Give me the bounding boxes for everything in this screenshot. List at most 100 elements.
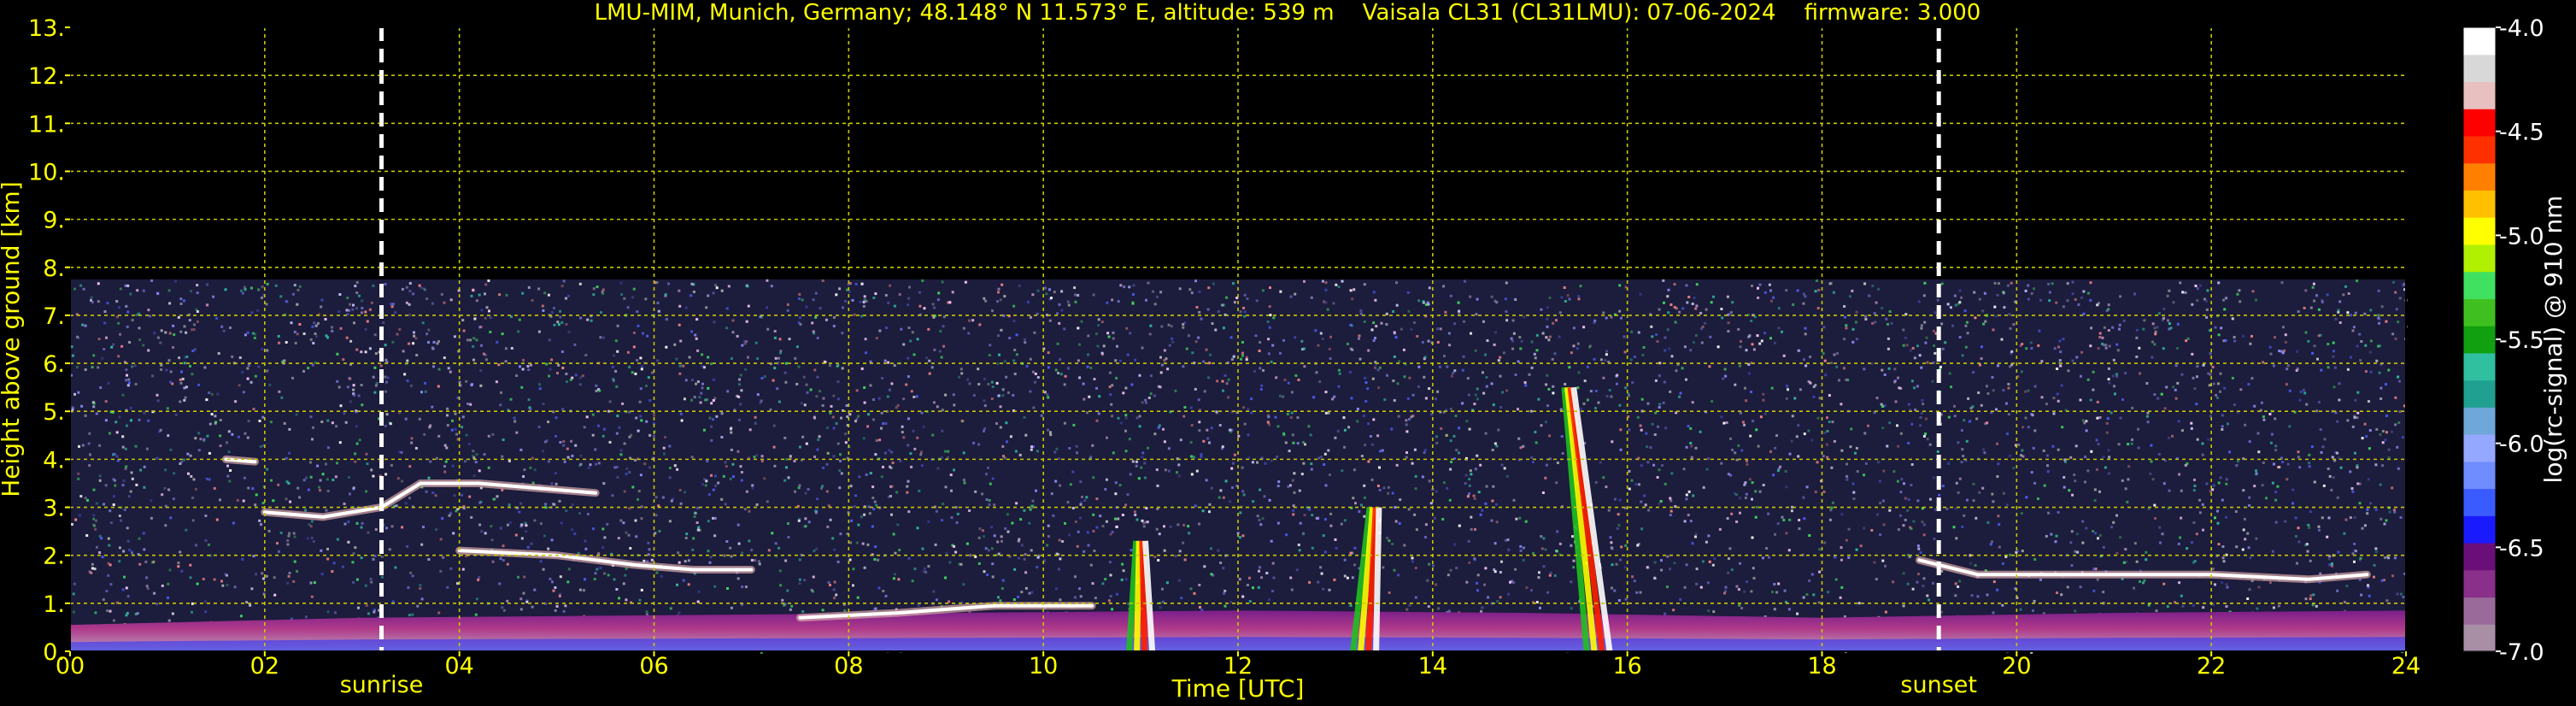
noise-speck: [1155, 295, 1159, 298]
noise-speck: [2150, 460, 2153, 463]
noise-speck: [558, 499, 561, 503]
noise-speck: [2059, 364, 2063, 368]
noise-speck: [2398, 379, 2401, 383]
noise-speck: [760, 315, 764, 319]
noise-speck: [1343, 519, 1347, 522]
noise-speck: [648, 433, 652, 437]
noise-speck: [1095, 386, 1098, 390]
noise-speck: [910, 390, 913, 393]
noise-speck: [1847, 527, 1851, 531]
noise-speck: [777, 356, 780, 360]
noise-speck: [305, 476, 308, 479]
noise-speck: [706, 460, 709, 463]
noise-speck: [164, 468, 167, 472]
noise-speck: [2121, 398, 2124, 401]
noise-speck: [1843, 367, 1845, 370]
noise-speck: [905, 383, 908, 386]
noise-speck: [813, 368, 817, 372]
noise-speck: [1610, 395, 1613, 398]
noise-speck: [177, 562, 180, 564]
noise-speck: [2101, 342, 2104, 345]
noise-speck: [1746, 462, 1749, 466]
noise-speck: [1814, 290, 1817, 293]
noise-speck: [983, 429, 985, 432]
noise-speck: [1511, 339, 1514, 343]
noise-speck: [1347, 426, 1351, 429]
noise-speck: [404, 502, 408, 505]
noise-speck: [725, 465, 728, 468]
noise-speck: [864, 338, 867, 341]
noise-speck: [1156, 484, 1159, 487]
noise-speck: [1751, 481, 1754, 485]
noise-speck: [2201, 453, 2204, 456]
noise-speck: [1958, 336, 1962, 338]
noise-speck: [131, 552, 134, 556]
noise-speck: [2277, 604, 2280, 608]
noise-speck: [936, 405, 939, 409]
noise-speck: [298, 285, 302, 288]
noise-speck: [2328, 474, 2332, 478]
noise-speck: [1329, 335, 1332, 338]
noise-speck: [177, 565, 180, 568]
noise-speck: [639, 474, 643, 477]
noise-speck: [725, 540, 729, 543]
noise-speck: [2363, 312, 2367, 315]
noise-speck: [878, 329, 882, 332]
noise-speck: [2143, 319, 2146, 322]
noise-speck: [1241, 354, 1244, 357]
noise-speck: [2231, 376, 2234, 379]
noise-speck: [406, 379, 409, 383]
noise-speck: [1691, 401, 1694, 404]
noise-speck: [1730, 512, 1734, 515]
noise-speck: [165, 368, 168, 372]
noise-speck: [266, 282, 269, 285]
noise-speck: [687, 583, 690, 586]
noise-speck: [1855, 548, 1858, 551]
noise-speck: [1737, 588, 1740, 591]
noise-speck: [2304, 544, 2308, 547]
noise-speck: [367, 612, 370, 615]
noise-speck: [1031, 293, 1035, 297]
noise-speck: [1652, 463, 1656, 467]
noise-speck: [729, 477, 732, 480]
noise-speck: [524, 521, 527, 525]
noise-speck: [2019, 608, 2022, 611]
noise-speck: [1178, 287, 1182, 291]
noise-speck: [2327, 366, 2330, 369]
noise-speck: [1505, 310, 1508, 313]
noise-speck: [2193, 560, 2197, 563]
noise-speck: [1970, 594, 1974, 597]
noise-speck: [2066, 585, 2069, 589]
noise-speck: [1126, 353, 1130, 356]
noise-speck: [1887, 367, 1891, 370]
noise-speck: [1382, 566, 1385, 569]
noise-speck: [190, 474, 193, 478]
noise-speck: [766, 306, 769, 309]
noise-speck: [1323, 463, 1326, 466]
noise-speck: [1059, 373, 1063, 376]
noise-speck: [1836, 352, 1839, 355]
noise-speck: [884, 594, 888, 597]
noise-speck: [1531, 461, 1534, 464]
noise-speck: [191, 350, 195, 352]
noise-speck: [1177, 463, 1181, 467]
noise-speck: [1407, 508, 1411, 511]
noise-speck: [351, 308, 355, 311]
noise-speck: [1085, 496, 1088, 499]
noise-speck: [2367, 478, 2370, 481]
noise-speck: [907, 327, 911, 329]
noise-speck: [875, 438, 878, 442]
noise-speck: [286, 581, 290, 585]
noise-speck: [1424, 536, 1427, 538]
noise-speck: [1541, 491, 1545, 494]
noise-speck: [2162, 482, 2166, 485]
noise-speck: [1138, 425, 1141, 428]
noise-speck: [2361, 527, 2364, 530]
noise-speck: [2079, 585, 2082, 589]
noise-speck: [370, 468, 373, 472]
noise-speck: [2151, 478, 2155, 481]
noise-speck: [959, 368, 963, 371]
noise-speck: [693, 511, 696, 515]
noise-speck: [1131, 302, 1135, 305]
noise-speck: [1905, 344, 1909, 347]
